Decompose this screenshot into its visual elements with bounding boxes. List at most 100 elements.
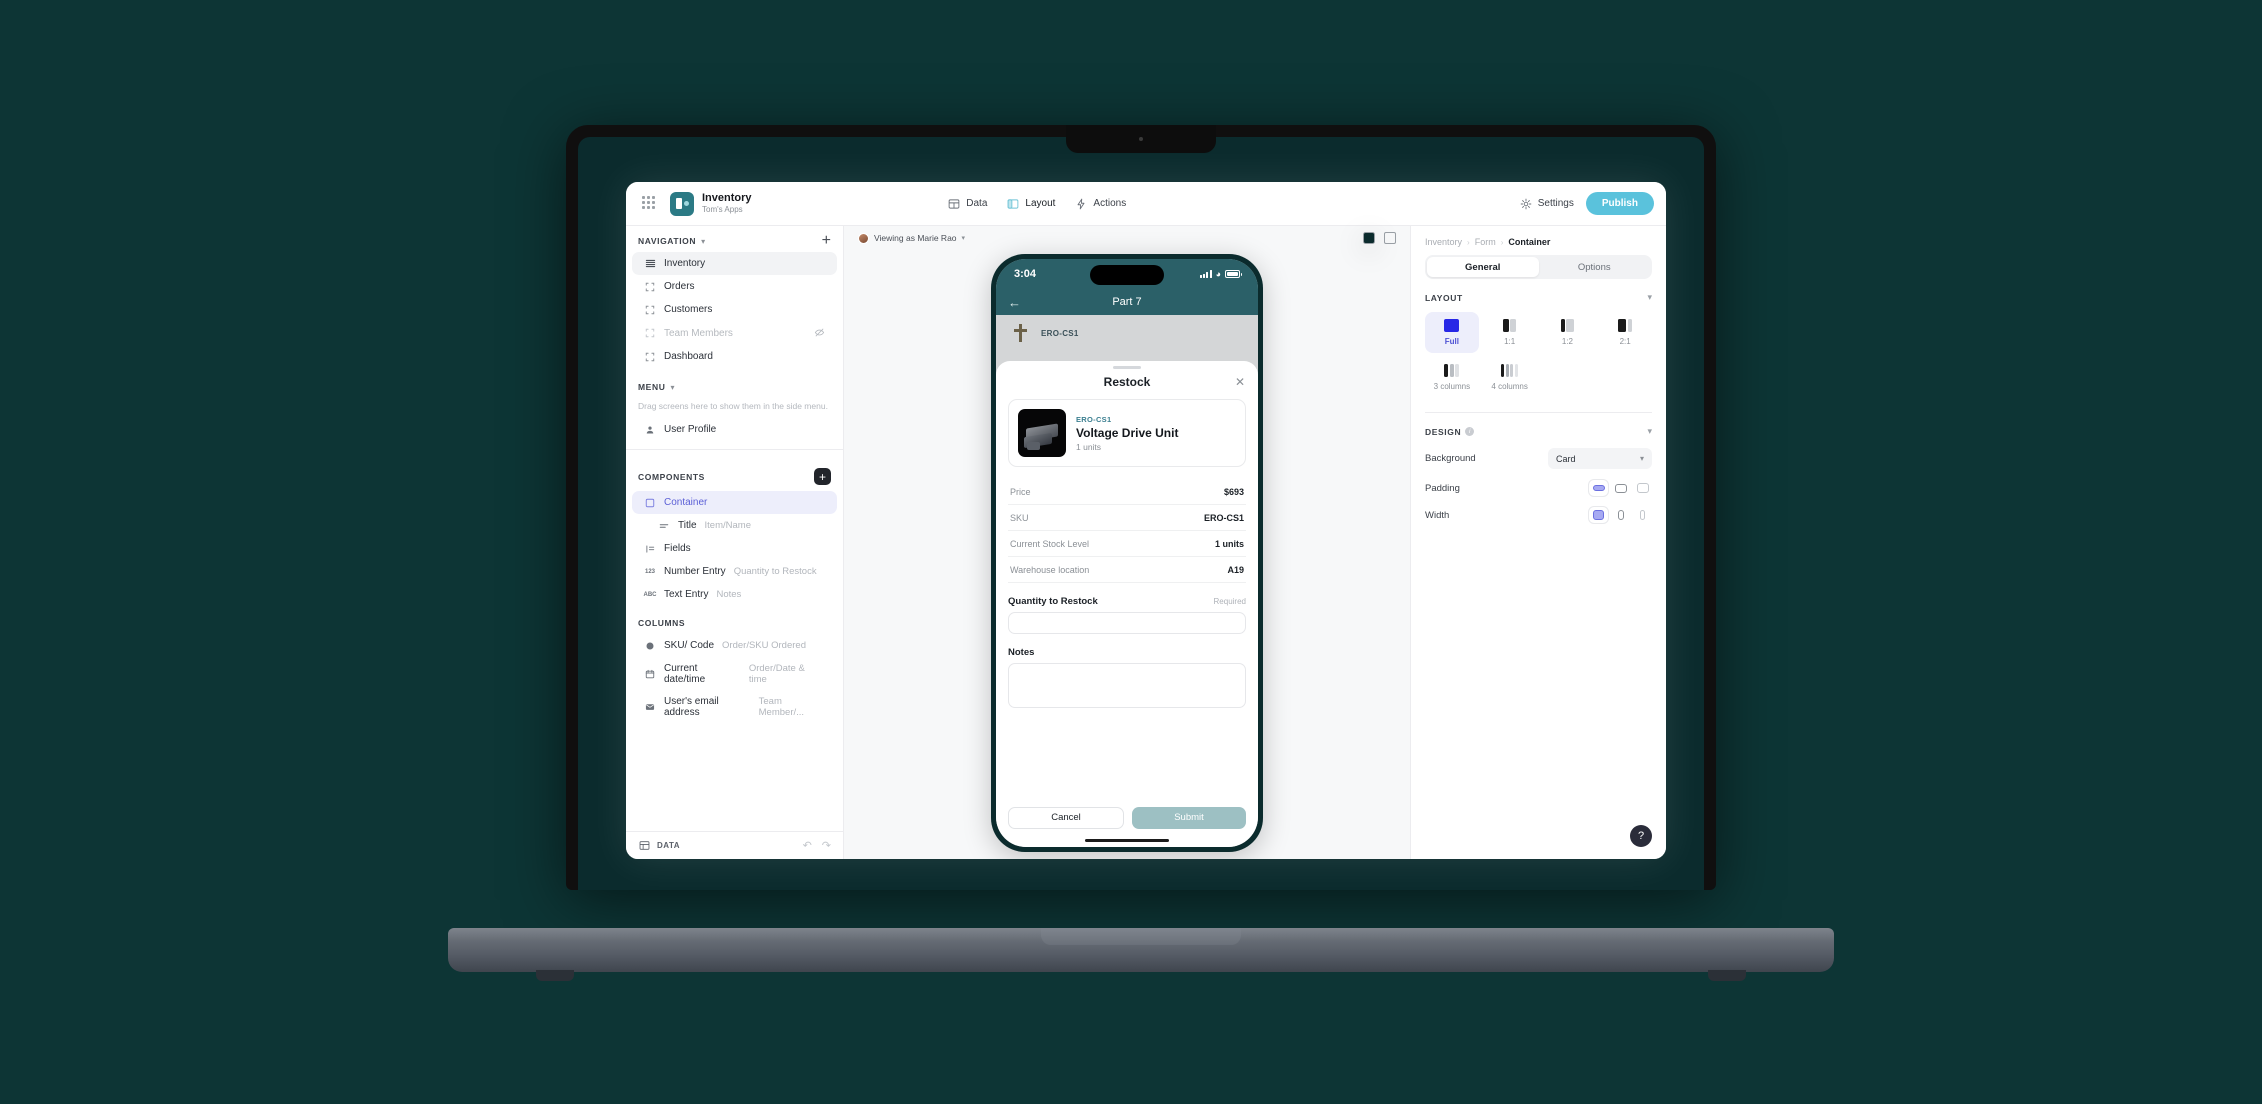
table-icon (638, 840, 650, 852)
help-button[interactable]: ? (1630, 825, 1652, 847)
column-item-label: User's email address (664, 695, 719, 718)
background-select[interactable]: Card ▾ (1548, 448, 1652, 469)
publish-button[interactable]: Publish (1585, 192, 1654, 215)
app-screen: Inventory Tom's Apps Data Layout Actions (626, 182, 1666, 859)
column-item-sku-code[interactable]: SKU/ Code Order/SKU Ordered (632, 634, 837, 657)
notes-input[interactable] (1008, 663, 1246, 708)
component-item-text-entry[interactable]: ABC Text Entry Notes (632, 583, 837, 606)
layout-option-full[interactable]: Full (1425, 312, 1479, 353)
tab-options[interactable]: Options (1539, 257, 1651, 277)
column-item-user-email[interactable]: User's email address Team Member/... (632, 690, 837, 723)
layout-section-header: LAYOUT ▾ (1425, 292, 1652, 303)
submit-button[interactable]: Submit (1132, 806, 1246, 829)
data-footer-label[interactable]: DATA (657, 841, 680, 850)
field-header: Notes (1008, 647, 1246, 658)
undo-icon[interactable]: ↶ (803, 839, 812, 852)
padding-label: Padding (1425, 482, 1460, 494)
layout-option-1-2[interactable]: 1:2 (1541, 312, 1595, 353)
circle-icon (644, 640, 656, 652)
add-component-button[interactable]: + (814, 468, 831, 485)
desktop-preview-icon[interactable] (1384, 232, 1396, 244)
layout-glyph-3col (1444, 364, 1460, 377)
layout-option-3-columns[interactable]: 3 columns (1425, 357, 1479, 398)
background-label: Background (1425, 453, 1476, 464)
calendar-icon (644, 668, 656, 680)
breadcrumb-separator: › (1500, 237, 1504, 247)
info-icon[interactable]: i (1465, 427, 1475, 436)
padding-option-large[interactable] (1633, 480, 1652, 496)
gear-icon (1520, 198, 1532, 209)
grid-dots-icon[interactable] (642, 195, 658, 212)
chevron-down-icon[interactable]: ▾ (1647, 292, 1652, 303)
phone-preview-icon[interactable] (1363, 232, 1375, 244)
app-logo-icon[interactable] (670, 191, 694, 216)
close-icon[interactable]: ✕ (1235, 375, 1245, 389)
settings-button[interactable]: Settings (1520, 198, 1574, 210)
detail-value: A19 (1227, 564, 1244, 575)
product-info: ERO-CS1 Voltage Drive Unit 1 units (1076, 415, 1178, 452)
background-list-row[interactable]: ERO-CS1 (996, 315, 1258, 351)
padding-options (1589, 480, 1652, 496)
detail-row-current-stock-level: Current Stock Level 1 units (1008, 531, 1246, 557)
tab-data[interactable]: Data (948, 198, 987, 210)
columns-section-header: COLUMNS (626, 606, 843, 634)
component-item-fields[interactable]: Fields (632, 537, 837, 560)
columns-title: COLUMNS (638, 618, 686, 628)
field-notes: Notes (1008, 647, 1246, 708)
field-quantity-to-restock: Quantity to Restock Required (1008, 596, 1246, 634)
padding-option-none[interactable] (1589, 480, 1608, 496)
tab-layout[interactable]: Layout (1007, 198, 1055, 210)
width-option-medium[interactable] (1611, 507, 1630, 523)
canvas-area: Viewing as Marie Rao ▾ 3:04 ◕ ← Part 7 E… (844, 226, 1410, 859)
sidebar-scroll[interactable]: NAVIGATION ▾ + Inventory Orders Customer… (626, 226, 843, 831)
layout-option-label: 3 columns (1433, 382, 1471, 391)
component-item-number-entry[interactable]: 123 Number Entry Quantity to Restock (632, 560, 837, 583)
padding-option-medium[interactable] (1611, 480, 1630, 496)
inspector-tabs: General Options (1425, 255, 1652, 279)
sidebar-item-inventory[interactable]: Inventory (632, 252, 837, 275)
breadcrumb: Inventory › Form › Container (1411, 226, 1666, 255)
chevron-down-icon[interactable]: ▾ (670, 383, 674, 392)
background-value: Card (1556, 453, 1576, 464)
layout-option-2-1[interactable]: 2:1 (1598, 312, 1652, 353)
voltage-drive-unit-photo (1018, 409, 1066, 457)
phone-mockup: 3:04 ◕ ← Part 7 ERO-CS1 Restock ✕ ERO-CS… (991, 254, 1263, 852)
redo-icon[interactable]: ↷ (822, 839, 831, 852)
eye-off-icon[interactable] (814, 327, 825, 340)
frame-icon (644, 281, 656, 293)
chevron-down-icon[interactable]: ▾ (701, 237, 705, 246)
component-item-title[interactable]: Title Item/Name (632, 514, 837, 537)
viewing-as-selector[interactable]: Viewing as Marie Rao ▾ (858, 232, 965, 244)
product-details-list: Price $693 SKU ERO-CS1 Current Stock Lev… (1008, 479, 1246, 583)
component-item-sub: Notes (716, 589, 742, 600)
fields-icon (644, 543, 656, 555)
layout-option-4-columns[interactable]: 4 columns (1483, 357, 1537, 398)
layout-option-1-1[interactable]: 1:1 (1483, 312, 1537, 353)
tab-actions[interactable]: Actions (1075, 198, 1126, 210)
width-option-narrow[interactable] (1633, 507, 1652, 523)
laptop-notch (1066, 125, 1216, 153)
tab-general[interactable]: General (1427, 257, 1539, 277)
quantity-input[interactable] (1008, 612, 1246, 634)
sidebar-item-user-profile[interactable]: User Profile (632, 418, 837, 441)
sidebar-item-orders[interactable]: Orders (632, 275, 837, 298)
sidebar-item-team-members[interactable]: Team Members (632, 321, 837, 345)
cancel-button[interactable]: Cancel (1008, 806, 1124, 829)
layout-glyph-4col (1501, 364, 1518, 377)
abc-icon: ABC (643, 591, 657, 598)
sidebar-item-customers[interactable]: Customers (632, 298, 837, 321)
component-item-container[interactable]: Container (632, 491, 837, 514)
breadcrumb-item-inventory[interactable]: Inventory (1425, 237, 1462, 247)
column-item-current-datetime[interactable]: Current date/time Order/Date & time (632, 657, 837, 690)
chevron-down-icon[interactable]: ▾ (1647, 426, 1652, 437)
part-thumbnail-icon (1014, 324, 1027, 342)
breadcrumb-separator: › (1467, 237, 1470, 247)
detail-key: SKU (1010, 512, 1029, 523)
column-item-label: Current date/time (664, 662, 706, 685)
breadcrumb-item-form[interactable]: Form (1475, 237, 1496, 247)
home-indicator (1085, 838, 1169, 842)
add-screen-button[interactable]: + (822, 233, 831, 249)
sidebar-item-dashboard[interactable]: Dashboard (632, 345, 837, 368)
left-sidebar: NAVIGATION ▾ + Inventory Orders Customer… (626, 226, 844, 859)
width-option-full[interactable] (1589, 507, 1608, 523)
